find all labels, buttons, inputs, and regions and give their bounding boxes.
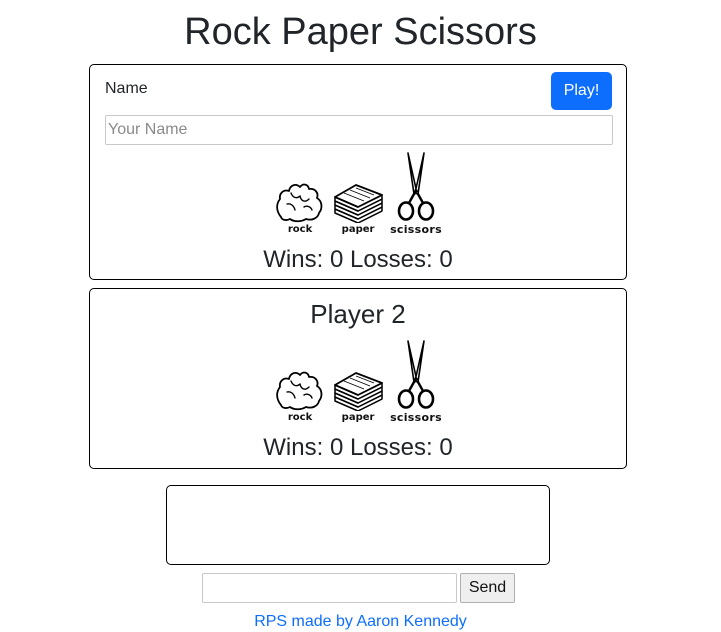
player2-title: Player 2 <box>310 299 406 329</box>
scissors-label: scissors <box>390 223 442 236</box>
footer-credit-link[interactable]: RPS made by Aaron Kennedy <box>0 612 721 632</box>
paper-label: paper <box>341 412 375 423</box>
rock-label: rock <box>287 224 313 235</box>
paper-icon <box>334 372 383 411</box>
paper-icon <box>334 184 383 223</box>
wins-count: 0 <box>329 434 344 461</box>
wins-label: Wins: <box>263 434 324 461</box>
player2-card: Player 2 rock paper scissors Wins: 0 Los… <box>89 288 627 469</box>
player2-scissors-choice: scissors <box>390 339 442 424</box>
player2-choices: rock paper scissors <box>90 336 626 424</box>
player1-scissors-choice[interactable]: scissors <box>390 151 442 236</box>
player1-card: Name Play! rock paper <box>89 64 627 280</box>
rock-icon <box>276 183 323 223</box>
losses-count: 0 <box>439 434 453 461</box>
send-button[interactable]: Send <box>460 573 515 603</box>
name-label: Name <box>105 80 148 97</box>
wins-label: Wins: <box>263 246 324 273</box>
player1-paper-choice[interactable]: paper <box>330 177 386 236</box>
wins-count: 0 <box>329 246 344 273</box>
scissors-icon <box>397 152 435 221</box>
player2-rock-choice: rock <box>274 365 326 424</box>
losses-label: Losses: <box>349 246 433 273</box>
chat-log[interactable] <box>166 485 550 565</box>
player1-score: Wins: 0 Losses: 0 <box>90 246 626 274</box>
scissors-icon <box>397 340 435 409</box>
name-input[interactable] <box>105 115 613 145</box>
player2-paper-choice: paper <box>330 365 386 424</box>
rock-label: rock <box>287 412 313 423</box>
chat-input[interactable] <box>202 573 457 603</box>
scissors-label: scissors <box>390 411 442 424</box>
player1-rock-choice[interactable]: rock <box>274 177 326 236</box>
play-button[interactable]: Play! <box>551 72 612 110</box>
player1-choices: rock paper scissors <box>90 148 626 236</box>
losses-count: 0 <box>439 246 453 273</box>
rock-icon <box>276 371 323 411</box>
paper-label: paper <box>341 224 375 235</box>
page-title: Rock Paper Scissors <box>184 11 537 53</box>
player2-score: Wins: 0 Losses: 0 <box>90 434 626 462</box>
losses-label: Losses: <box>349 434 433 461</box>
